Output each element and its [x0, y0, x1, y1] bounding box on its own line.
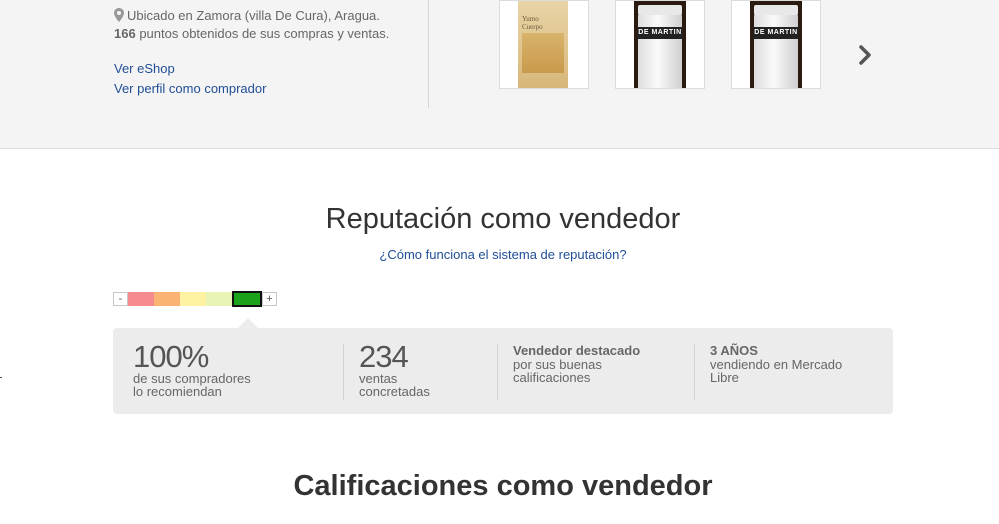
jar-photo-icon: DE MARTIN [634, 1, 686, 88]
jar-label: DE MARTIN [637, 27, 683, 39]
view-eshop-link[interactable]: Ver eShop [114, 59, 414, 79]
seller-location: Ubicado en Zamora (villa De Cura), Aragu… [114, 6, 414, 24]
thermometer-level-4 [206, 292, 232, 306]
stat-years: 3 AÑOS vendiendo en Mercado Libre [710, 342, 842, 384]
stat-sales: 234 ventas concretadas [359, 339, 430, 399]
product-thumbnail[interactable]: Yumo Cuerpo [499, 0, 589, 89]
stat-divider [497, 344, 498, 400]
chevron-right-icon[interactable] [856, 43, 876, 67]
seller-header-band: Ubicado en Zamora (villa De Cura), Aragu… [0, 0, 999, 149]
reputation-stats: 100% de sus compradores lo recomiendan 2… [113, 328, 893, 414]
reputation-title: Reputación como vendedor [325, 203, 681, 235]
stat-recommend: 100% de sus compradores lo recomiendan [133, 339, 251, 399]
stat-years-line2: Libre [710, 370, 739, 385]
book-title-line: Yumo [522, 15, 539, 23]
jar-label: DE MARTIN [753, 27, 799, 39]
thermometer-level-1 [128, 292, 154, 306]
stat-sales-value: 234 [359, 339, 409, 374]
stat-badge: Vendedor destacado por sus buenas califi… [513, 342, 640, 384]
stat-years-title: 3 AÑOS [710, 343, 758, 358]
stat-badge-line2: calificaciones [513, 370, 591, 385]
edge-artifact [0, 377, 2, 378]
location-pin-icon [114, 8, 124, 22]
thermometer-minus: - [113, 292, 128, 306]
product-thumbnail[interactable]: DE MARTIN [615, 0, 705, 89]
reputation-help-link[interactable]: ¿Cómo funciona el sistema de reputación? [0, 247, 999, 262]
product-thumbnail[interactable]: DE MARTIN [731, 0, 821, 89]
seller-info: Ubicado en Zamora (villa De Cura), Aragu… [114, 6, 414, 99]
seller-points: 166 puntos obtenidos de sus compras y ve… [114, 26, 414, 44]
seller-location-text: Ubicado en Zamora (villa De Cura), Aragu… [127, 7, 380, 23]
stat-recommend-value: 100% [133, 339, 209, 374]
stat-divider [694, 344, 695, 400]
seller-points-count: 166 [114, 26, 136, 41]
jar-photo-icon: DE MARTIN [750, 1, 802, 88]
thermometer-plus: + [262, 292, 277, 306]
header-divider [428, 0, 429, 108]
thermometer-level-3 [180, 292, 206, 306]
thermometer-level-2 [154, 292, 180, 306]
reputation-thermometer: - + [113, 291, 277, 307]
ratings-title: Calificaciones como vendedor [293, 470, 713, 502]
stat-badge-title: Vendedor destacado [513, 343, 641, 358]
book-photo-icon: Yumo Cuerpo [518, 1, 568, 88]
seller-points-text: puntos obtenidos de sus compras y ventas… [135, 26, 390, 41]
view-buyer-profile-link[interactable]: Ver perfil como comprador [114, 79, 414, 99]
stats-pointer [238, 318, 258, 328]
book-title-line: Cuerpo [522, 23, 543, 31]
stat-sales-line2: concretadas [359, 384, 430, 399]
stat-divider [343, 344, 344, 400]
stat-recommend-line2: lo recomiendan [133, 384, 222, 399]
thermometer-level-5-active [232, 291, 262, 307]
